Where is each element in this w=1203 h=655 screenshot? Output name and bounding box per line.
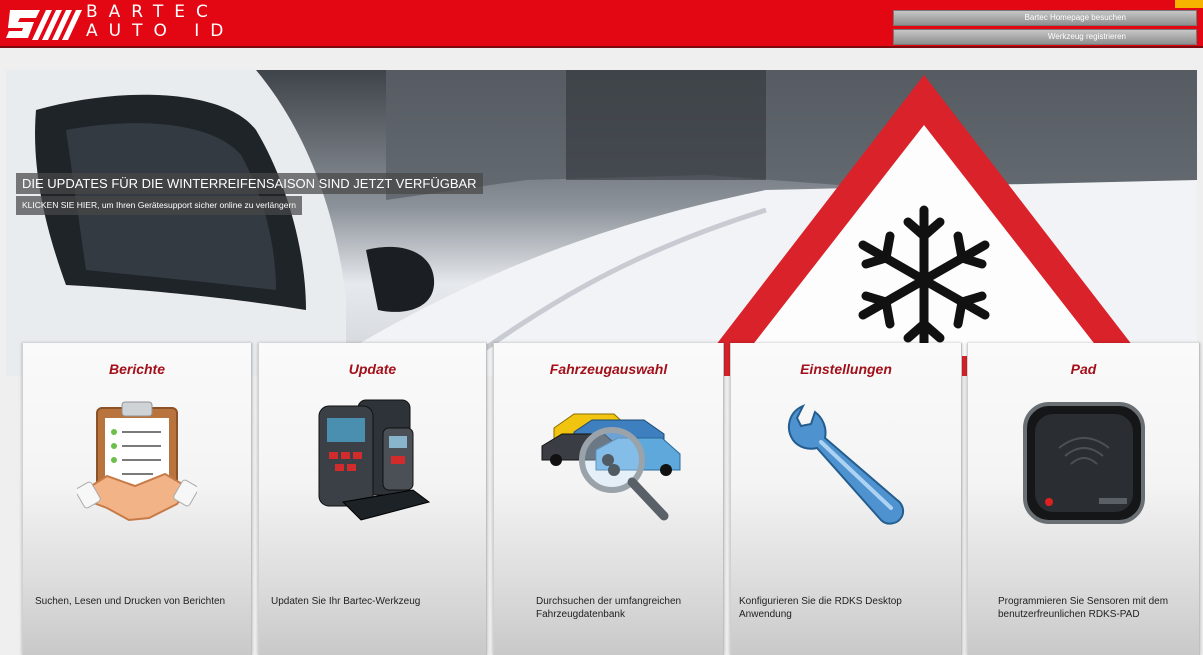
- register-tool-button[interactable]: Werkzeug registrieren: [893, 29, 1197, 45]
- card-title: Berichte: [108, 361, 166, 377]
- card-title: Einstellungen: [800, 361, 892, 377]
- card-description: Updaten Sie Ihr Bartec-Werkzeug: [271, 596, 421, 607]
- visit-homepage-button[interactable]: Bartec Homepage besuchen: [893, 10, 1197, 26]
- card-pad[interactable]: Pad Programmieren Sie Sensoren mit dem b…: [967, 343, 1200, 655]
- brand-wordmark: BARTEC AUTO ID: [86, 3, 234, 41]
- clipboard-handshake-icon: [77, 401, 197, 522]
- card-description: Durchsuchen der umfangreichen Fahrzeugda…: [536, 596, 682, 620]
- brand-line-2: AUTO ID: [86, 21, 235, 41]
- card-title: Update: [348, 361, 397, 377]
- tpms-tools-icon: [318, 399, 430, 521]
- card-description: Konfigurieren Sie die RDKS Desktop Anwen…: [739, 596, 902, 620]
- app-header: BARTEC AUTO ID Bartec Homepage besuchen …: [0, 0, 1203, 48]
- rdks-pad-icon: [1022, 402, 1145, 524]
- brand-line-1: BARTEC: [86, 2, 219, 22]
- card-berichte[interactable]: Berichte Suchen, Lesen und Drucken von B…: [22, 343, 252, 655]
- card-description: Programmieren Sie Sensoren mit dem benut…: [998, 596, 1169, 620]
- cars-magnifier-icon: [541, 413, 680, 521]
- card-fahrzeugauswahl[interactable]: Fahrzeugauswahl Durchsuchen der umfangre…: [493, 343, 724, 655]
- header-links: Bartec Homepage besuchen Werkzeug regist…: [893, 10, 1197, 48]
- banner-headline: DIE UPDATES FÜR DIE WINTERREIFENSAISON S…: [16, 173, 483, 194]
- winter-scene-image: [6, 70, 1197, 376]
- bartec-logo-icon: [6, 10, 82, 40]
- card-title: Pad: [1070, 361, 1097, 377]
- card-title: Fahrzeugauswahl: [549, 361, 668, 377]
- card-description: Suchen, Lesen und Drucken von Berichten: [35, 596, 226, 607]
- card-update[interactable]: Update Updaten Sie Ihr Bartec-Werkzeug: [258, 343, 487, 655]
- wrench-icon: [787, 404, 905, 525]
- corner-accent: [1175, 0, 1203, 8]
- promo-banner[interactable]: DIE UPDATES FÜR DIE WINTERREIFENSAISON S…: [6, 70, 1197, 376]
- card-einstellungen[interactable]: Einstellungen Konfigurieren Sie die RDKS…: [730, 343, 962, 655]
- banner-renew-link[interactable]: KLICKEN SIE HIER, um Ihren Gerätesupport…: [16, 196, 303, 215]
